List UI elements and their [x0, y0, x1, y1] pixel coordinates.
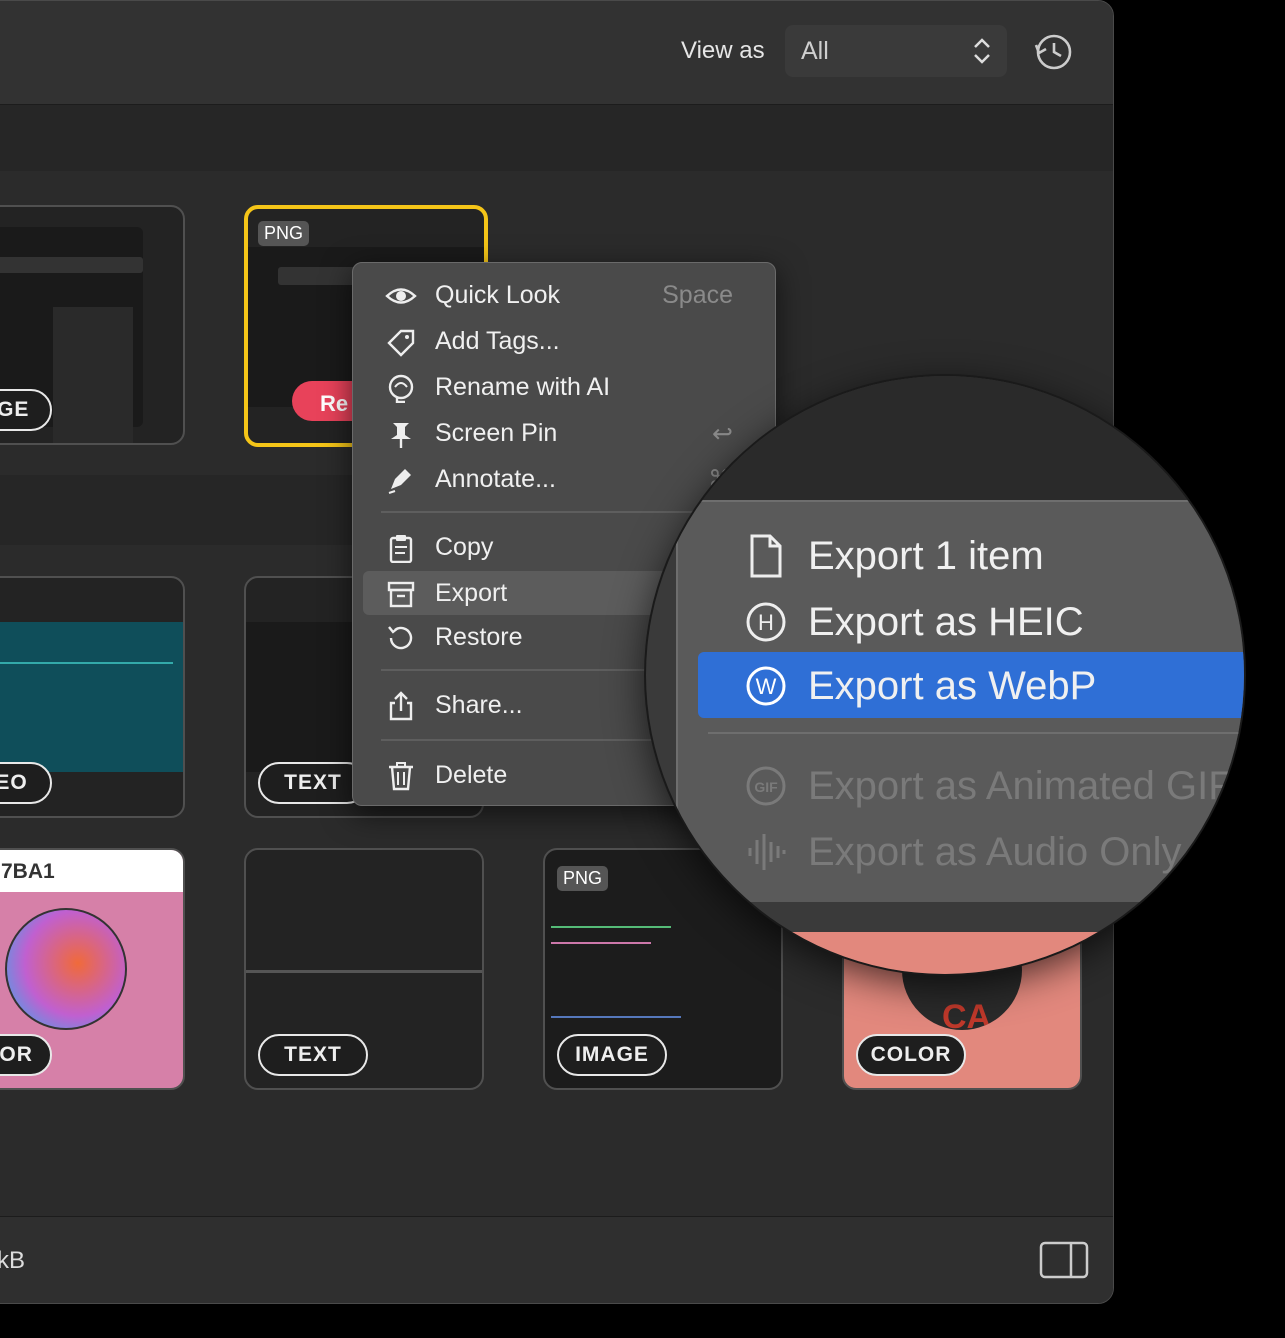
view-as-value: All: [801, 37, 829, 65]
clipboard-icon: [389, 535, 413, 563]
lens-background: [646, 376, 1244, 500]
section-header: [0, 105, 1113, 171]
eye-icon: [385, 288, 417, 304]
preview-text: CA: [942, 998, 992, 1030]
submenu-item-export-heic[interactable]: H Export as HEIC: [698, 588, 1244, 654]
heic-icon: H: [746, 602, 786, 642]
submenu-item-export-1[interactable]: Export 1 item: [698, 522, 1244, 588]
type-pill: COLOR: [0, 1034, 52, 1076]
pin-icon: [391, 423, 411, 448]
thumbnail: [246, 970, 482, 973]
pen-icon: [388, 469, 411, 494]
format-badge: PNG: [557, 866, 609, 891]
type-pill: COLOR: [856, 1034, 966, 1076]
svg-text:W: W: [756, 674, 777, 699]
tag-icon: [387, 329, 415, 357]
lens-card-glimpse: [646, 932, 1244, 974]
menu-item-add-tags[interactable]: Add Tags...: [363, 319, 763, 363]
type-pill: TEXT: [258, 1034, 368, 1076]
chevron-updown-icon: [974, 38, 990, 64]
webp-icon: W: [746, 666, 786, 706]
history-icon[interactable]: [1033, 31, 1075, 73]
svg-text:H: H: [758, 610, 774, 635]
submenu-item-export-gif[interactable]: GIF Export as Animated GIF: [698, 752, 1244, 818]
color-title-bar: 7BA1: [0, 850, 183, 892]
status-bar: kB: [0, 1216, 1113, 1303]
submenu-item-export-audio[interactable]: Export as Audio Only: [698, 818, 1244, 884]
submenu-separator: [708, 732, 1244, 734]
color-preview-image: [5, 908, 127, 1030]
format-badge: PNG: [258, 221, 310, 246]
color-hex: 7BA1: [1, 860, 55, 883]
ai-brain-icon: [388, 374, 414, 403]
clip-card[interactable]: TEXT: [244, 848, 484, 1090]
share-icon: [389, 691, 413, 721]
type-pill: VIDEO: [0, 762, 52, 804]
submenu-item-export-webp[interactable]: W Export as WebP: [698, 652, 1244, 718]
clip-card[interactable]: IMAGE: [0, 205, 185, 445]
clip-card[interactable]: VIDEO: [0, 576, 185, 818]
svg-text:GIF: GIF: [754, 779, 778, 795]
waveform-icon: [748, 834, 786, 870]
export-submenu: Export 1 item H Export as HEIC W Export …: [676, 500, 1244, 902]
magnifier-lens: Export 1 item H Export as HEIC W Export …: [646, 376, 1244, 974]
document-icon: [750, 534, 782, 578]
trash-icon: [389, 762, 413, 791]
size-label: kB: [0, 1247, 26, 1274]
toolbar: View as All: [0, 1, 1113, 105]
type-pill: IMAGE: [557, 1034, 667, 1076]
view-as-select[interactable]: All: [785, 25, 1007, 77]
menu-item-quick-look[interactable]: Quick Look Space: [363, 273, 763, 317]
type-pill: IMAGE: [0, 389, 52, 431]
archive-icon: [387, 581, 415, 608]
gif-icon: GIF: [746, 766, 786, 806]
restore-icon: [388, 626, 413, 650]
thumbnail: [0, 622, 183, 772]
clip-card[interactable]: 7BA1 COLOR: [0, 848, 185, 1090]
view-as-label: View as: [681, 37, 765, 64]
sidebar-toggle-icon[interactable]: [1039, 1241, 1089, 1281]
